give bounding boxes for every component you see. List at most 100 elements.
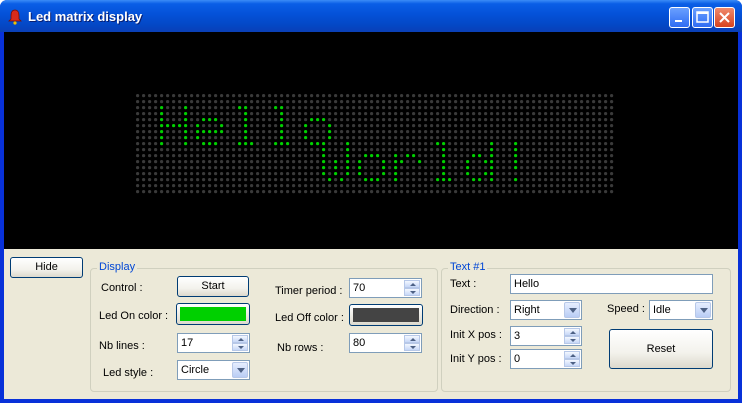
led-off <box>478 160 482 164</box>
chevron-down-icon[interactable] <box>695 302 711 318</box>
led-off <box>388 142 392 146</box>
chevron-down-icon[interactable] <box>564 302 580 318</box>
led-off <box>286 130 290 134</box>
led-on <box>394 166 398 170</box>
led-off <box>160 160 164 164</box>
led-off <box>298 94 302 98</box>
led-off <box>388 130 392 134</box>
nb-rows-stepper[interactable]: 80 <box>349 333 422 353</box>
reset-button[interactable]: Reset <box>609 329 713 369</box>
led-off <box>490 118 494 122</box>
led-off <box>286 154 290 158</box>
led-off <box>508 148 512 152</box>
led-off <box>526 184 530 188</box>
init-x-stepper[interactable]: 3 <box>510 326 582 346</box>
led-off <box>418 142 422 146</box>
led-off <box>412 172 416 176</box>
chevron-down-icon[interactable] <box>232 362 248 378</box>
led-off <box>274 172 278 176</box>
nb-lines-stepper[interactable]: 17 <box>177 333 250 353</box>
led-off <box>586 160 590 164</box>
led-on <box>160 118 164 122</box>
led-off <box>292 166 296 170</box>
led-off <box>172 106 176 110</box>
led-off <box>196 178 200 182</box>
hide-button[interactable]: Hide <box>10 257 83 278</box>
led-off <box>430 160 434 164</box>
led-off <box>298 136 302 140</box>
start-button[interactable]: Start <box>177 276 249 297</box>
led-off <box>568 118 572 122</box>
led-off <box>532 142 536 146</box>
spin-down-icon[interactable] <box>404 343 420 351</box>
led-off <box>274 190 278 194</box>
led-off <box>166 148 170 152</box>
close-button[interactable] <box>714 7 735 28</box>
led-on <box>280 130 284 134</box>
led-style-select[interactable]: Circle <box>177 360 250 380</box>
nb-rows-spin[interactable] <box>404 335 420 351</box>
spin-down-icon[interactable] <box>564 336 580 344</box>
speed-select[interactable]: Idle <box>649 300 713 320</box>
led-off <box>424 148 428 152</box>
spin-up-icon[interactable] <box>232 335 248 343</box>
spin-up-icon[interactable] <box>564 351 580 359</box>
led-off <box>394 190 398 194</box>
timer-period-stepper[interactable]: 70 <box>349 278 422 298</box>
led-off <box>226 130 230 134</box>
led-off <box>490 112 494 116</box>
led-off <box>604 130 608 134</box>
maximize-button[interactable] <box>692 7 713 28</box>
timer-period-spin[interactable] <box>404 280 420 296</box>
led-off <box>190 154 194 158</box>
led-on <box>208 142 212 146</box>
led-off <box>244 94 248 98</box>
led-off <box>490 94 494 98</box>
minimize-button[interactable] <box>669 7 690 28</box>
led-on <box>160 124 164 128</box>
led-on <box>244 124 248 128</box>
init-x-spin[interactable] <box>564 328 580 344</box>
spin-up-icon[interactable] <box>564 328 580 336</box>
led-off <box>136 130 140 134</box>
nb-lines-spin[interactable] <box>232 335 248 351</box>
led-off <box>220 178 224 182</box>
init-y-spin[interactable] <box>564 351 580 367</box>
led-off <box>148 178 152 182</box>
title-bar[interactable]: Led matrix display <box>0 0 742 32</box>
led-off <box>538 148 542 152</box>
led-off <box>430 142 434 146</box>
led-off <box>328 142 332 146</box>
led-off <box>238 190 242 194</box>
led-off <box>538 112 542 116</box>
led-off <box>160 178 164 182</box>
led-off <box>262 142 266 146</box>
spin-down-icon[interactable] <box>232 343 248 351</box>
led-off <box>310 184 314 188</box>
led-off <box>508 154 512 158</box>
led-off <box>562 130 566 134</box>
init-y-stepper[interactable]: 0 <box>510 349 582 369</box>
led-off <box>328 112 332 116</box>
led-off <box>550 130 554 134</box>
led-on-color-button[interactable] <box>176 303 250 325</box>
led-off <box>190 160 194 164</box>
led-off <box>394 100 398 104</box>
led-off <box>406 124 410 128</box>
led-off <box>166 142 170 146</box>
spin-up-icon[interactable] <box>404 335 420 343</box>
text-input[interactable]: Hello <box>510 274 713 294</box>
led-off <box>298 112 302 116</box>
direction-select[interactable]: Right <box>510 300 582 320</box>
led-off <box>400 184 404 188</box>
led-off-color-button[interactable] <box>349 304 423 326</box>
led-off <box>538 106 542 110</box>
spin-up-icon[interactable] <box>404 280 420 288</box>
led-on <box>442 148 446 152</box>
led-off <box>430 124 434 128</box>
spin-down-icon[interactable] <box>564 359 580 367</box>
led-off <box>400 148 404 152</box>
led-off <box>142 106 146 110</box>
spin-down-icon[interactable] <box>404 288 420 296</box>
led-off <box>478 118 482 122</box>
